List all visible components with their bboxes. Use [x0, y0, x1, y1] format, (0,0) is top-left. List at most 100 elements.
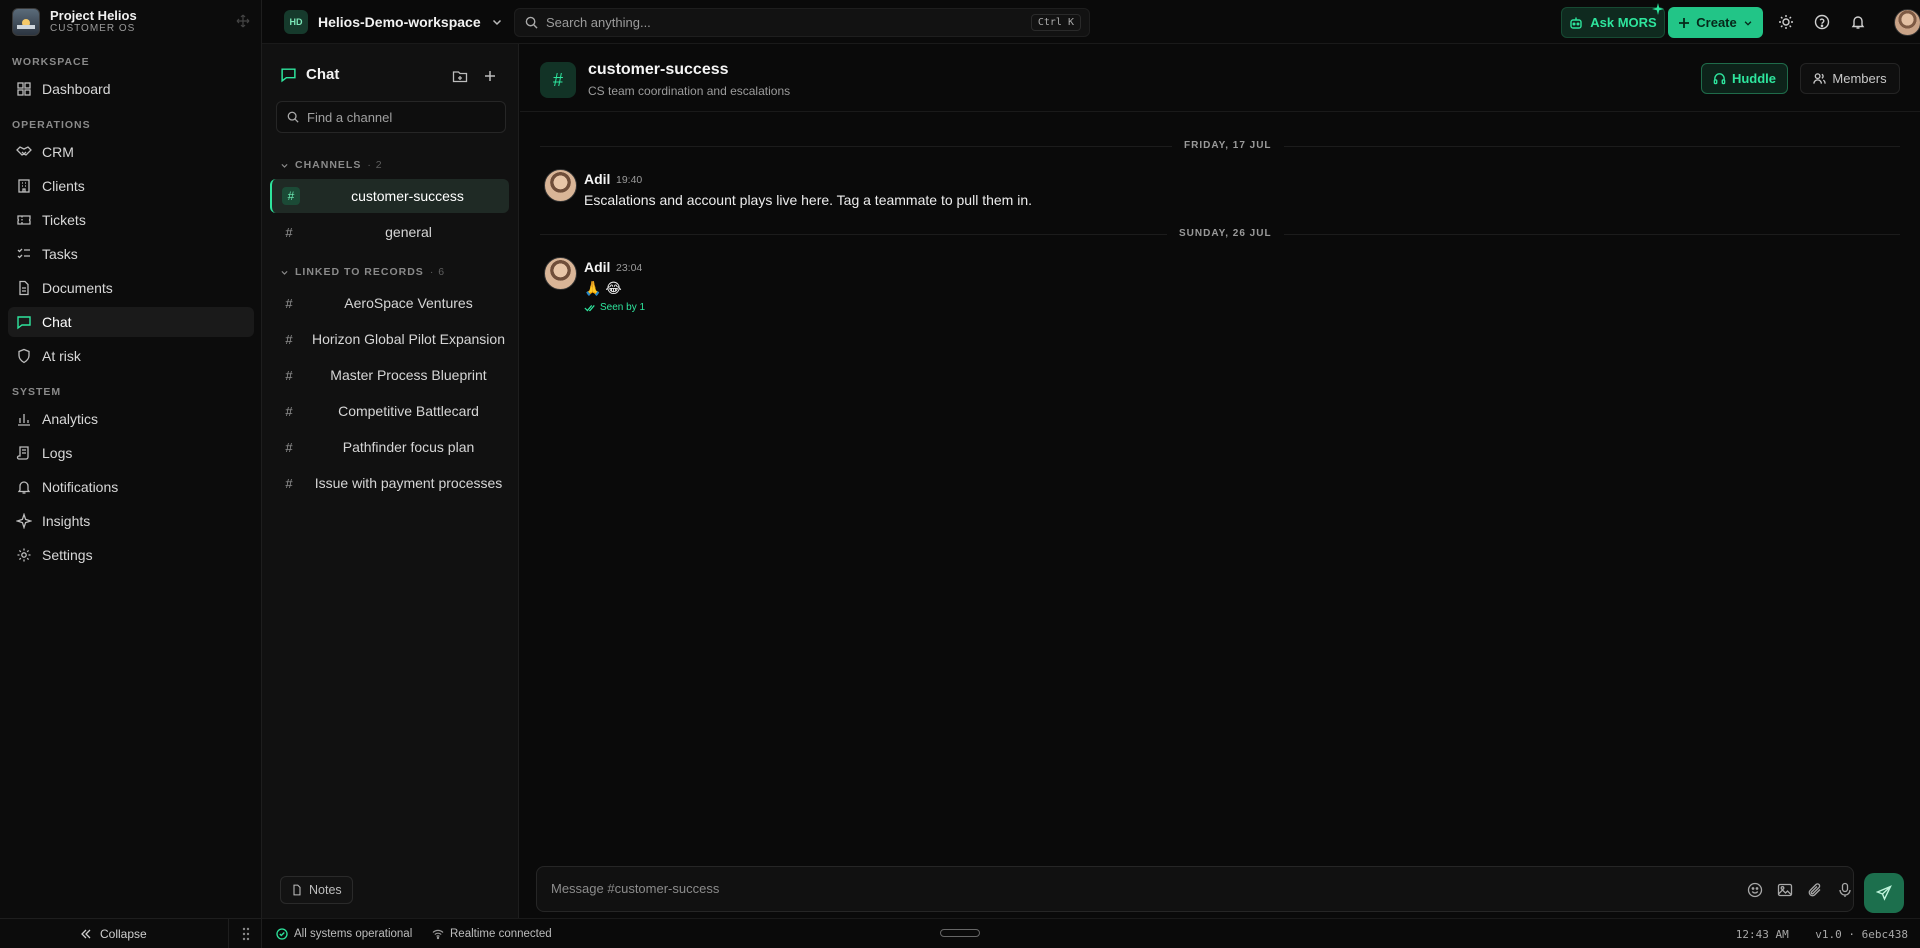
sidebar-item-tickets[interactable]: Tickets — [8, 205, 254, 235]
sidebar-item-label: Settings — [42, 547, 93, 563]
sidebar-item-insights[interactable]: Insights — [8, 506, 254, 536]
send-icon — [1876, 885, 1892, 901]
brand[interactable]: Project Helios CUSTOMER OS — [12, 8, 137, 36]
search-placeholder: Search anything... — [546, 15, 651, 30]
group-count: · 2 — [367, 159, 383, 171]
channel-item-horizon-global[interactable]: # Horizon Global Pilot Expansion — [272, 322, 511, 356]
channel-panel-title: Chat — [306, 66, 340, 83]
brand-subtitle: CUSTOMER OS — [50, 23, 136, 34]
channel-label: customer-success — [351, 188, 464, 204]
sidebar-item-tasks[interactable]: Tasks — [8, 239, 254, 269]
hash-icon: # — [285, 439, 293, 455]
channel-label: Issue with payment processes — [314, 475, 503, 491]
message-author[interactable]: Adil — [584, 171, 610, 187]
sidebar-item-label: At risk — [42, 348, 81, 364]
emoji-icon[interactable] — [1747, 882, 1763, 898]
sidebar-item-chat[interactable]: Chat — [8, 307, 254, 337]
channel-description: CS team coordination and escalations — [588, 84, 791, 98]
channel-item-competitive-battlecard[interactable]: # Competitive Battlecard — [272, 394, 511, 428]
channel-item-master-process[interactable]: # Master Process Blueprint — [272, 358, 511, 392]
shield-icon — [16, 348, 32, 364]
double-check-icon — [584, 303, 596, 313]
user-avatar[interactable] — [1894, 9, 1920, 36]
channel-title: customer-success — [588, 61, 729, 78]
channel-item-general[interactable]: # general — [272, 215, 511, 249]
channel-item-aerospace-ventures[interactable]: # AeroSpace Ventures — [272, 286, 511, 320]
sidebar-item-at-risk[interactable]: At risk — [8, 341, 254, 371]
notes-label: Notes — [309, 883, 342, 897]
scroll-icon — [16, 445, 32, 461]
message-avatar[interactable] — [544, 257, 577, 290]
ask-mors-button[interactable]: Ask MORS — [1561, 7, 1665, 38]
message-avatar[interactable] — [544, 169, 577, 202]
building-icon — [16, 178, 32, 194]
theme-toggle-icon[interactable] — [1778, 14, 1794, 30]
find-channel-input[interactable]: Find a channel — [276, 101, 506, 133]
global-search-input[interactable]: Search anything... Ctrl K — [514, 8, 1090, 37]
workspace-switcher[interactable]: HD Helios-Demo-workspace — [284, 10, 503, 34]
sidebar-item-analytics[interactable]: Analytics — [8, 404, 254, 434]
collapse-label: Collapse — [100, 927, 147, 941]
status-right: 12:43 AM v1.0 · 6ebc438 — [1736, 928, 1908, 941]
wifi-icon — [432, 928, 444, 940]
checklist-icon — [16, 246, 32, 262]
nav-section-workspace: WORKSPACE — [12, 56, 90, 68]
send-button[interactable] — [1864, 873, 1904, 913]
microphone-icon[interactable] — [1837, 882, 1853, 898]
sidebar-item-crm[interactable]: CRM — [8, 137, 254, 167]
chevron-down-icon — [280, 268, 289, 277]
channel-item-pathfinder[interactable]: # Pathfinder focus plan — [272, 430, 511, 464]
members-button[interactable]: Members — [1800, 63, 1900, 94]
bell-icon[interactable] — [1850, 14, 1866, 30]
system-status-label: All systems operational — [294, 928, 413, 940]
brand-logo-icon — [12, 8, 40, 36]
message-author[interactable]: Adil — [584, 259, 610, 275]
hash-icon: # — [285, 295, 293, 311]
bar-chart-icon — [16, 411, 32, 427]
read-receipt[interactable]: Seen by 1 — [584, 302, 645, 313]
chevron-down-icon — [491, 16, 503, 28]
sidebar-item-label: Dashboard — [42, 81, 111, 97]
channel-header: # customer-success CS team coordination … — [520, 44, 1920, 112]
sidebar-item-logs[interactable]: Logs — [8, 438, 254, 468]
sidebar-item-clients[interactable]: Clients — [8, 171, 254, 201]
channel-item-customer-success[interactable]: # customer-success — [270, 179, 509, 213]
paperclip-icon[interactable] — [1807, 882, 1823, 898]
sidebar-item-dashboard[interactable]: Dashboard — [8, 74, 254, 104]
check-circle-icon — [276, 928, 288, 940]
realtime-status-label: Realtime connected — [450, 928, 552, 940]
system-status[interactable]: All systems operational — [276, 928, 412, 940]
message-composer-input[interactable]: Message #customer-success — [536, 866, 1854, 912]
sidebar-item-notifications[interactable]: Notifications — [8, 472, 254, 502]
create-label: Create — [1696, 15, 1737, 30]
huddle-button[interactable]: Huddle — [1701, 63, 1788, 94]
sidebar-item-documents[interactable]: Documents — [8, 273, 254, 303]
channels-group-header[interactable]: CHANNELS · 2 — [280, 159, 383, 171]
move-icon[interactable] — [236, 14, 250, 28]
realtime-status[interactable]: Realtime connected — [432, 928, 552, 940]
collapse-button[interactable]: Collapse — [80, 927, 147, 941]
sidebar-item-label: Logs — [42, 445, 73, 461]
find-channel-placeholder: Find a channel — [307, 109, 393, 125]
image-icon[interactable] — [1777, 882, 1793, 898]
new-folder-icon[interactable] — [452, 68, 468, 84]
document-icon — [16, 280, 32, 296]
add-channel-icon[interactable] — [482, 68, 498, 84]
version-label: v1.0 · 6ebc438 — [1815, 928, 1908, 941]
chat-main: # customer-success CS team coordination … — [520, 44, 1920, 918]
panel-resize-handle[interactable] — [940, 929, 980, 937]
message-time: 19:40 — [616, 174, 643, 186]
sidebar-item-label: Clients — [42, 178, 85, 194]
chevron-down-icon — [1743, 18, 1753, 28]
bell-icon — [16, 479, 32, 495]
channel-label: AeroSpace Ventures — [344, 295, 473, 311]
sidebar-item-settings[interactable]: Settings — [8, 540, 254, 570]
grip-icon[interactable] — [238, 926, 254, 942]
channel-item-payment-issue[interactable]: # Issue with payment processes — [272, 466, 511, 500]
help-icon[interactable] — [1814, 14, 1830, 30]
create-button[interactable]: Create — [1668, 7, 1763, 38]
notes-button[interactable]: Notes — [280, 876, 353, 904]
linked-records-group-header[interactable]: LINKED TO RECORDS · 6 — [280, 266, 445, 278]
sidebar-footer: Collapse — [0, 918, 262, 948]
hash-icon: # — [285, 475, 293, 491]
